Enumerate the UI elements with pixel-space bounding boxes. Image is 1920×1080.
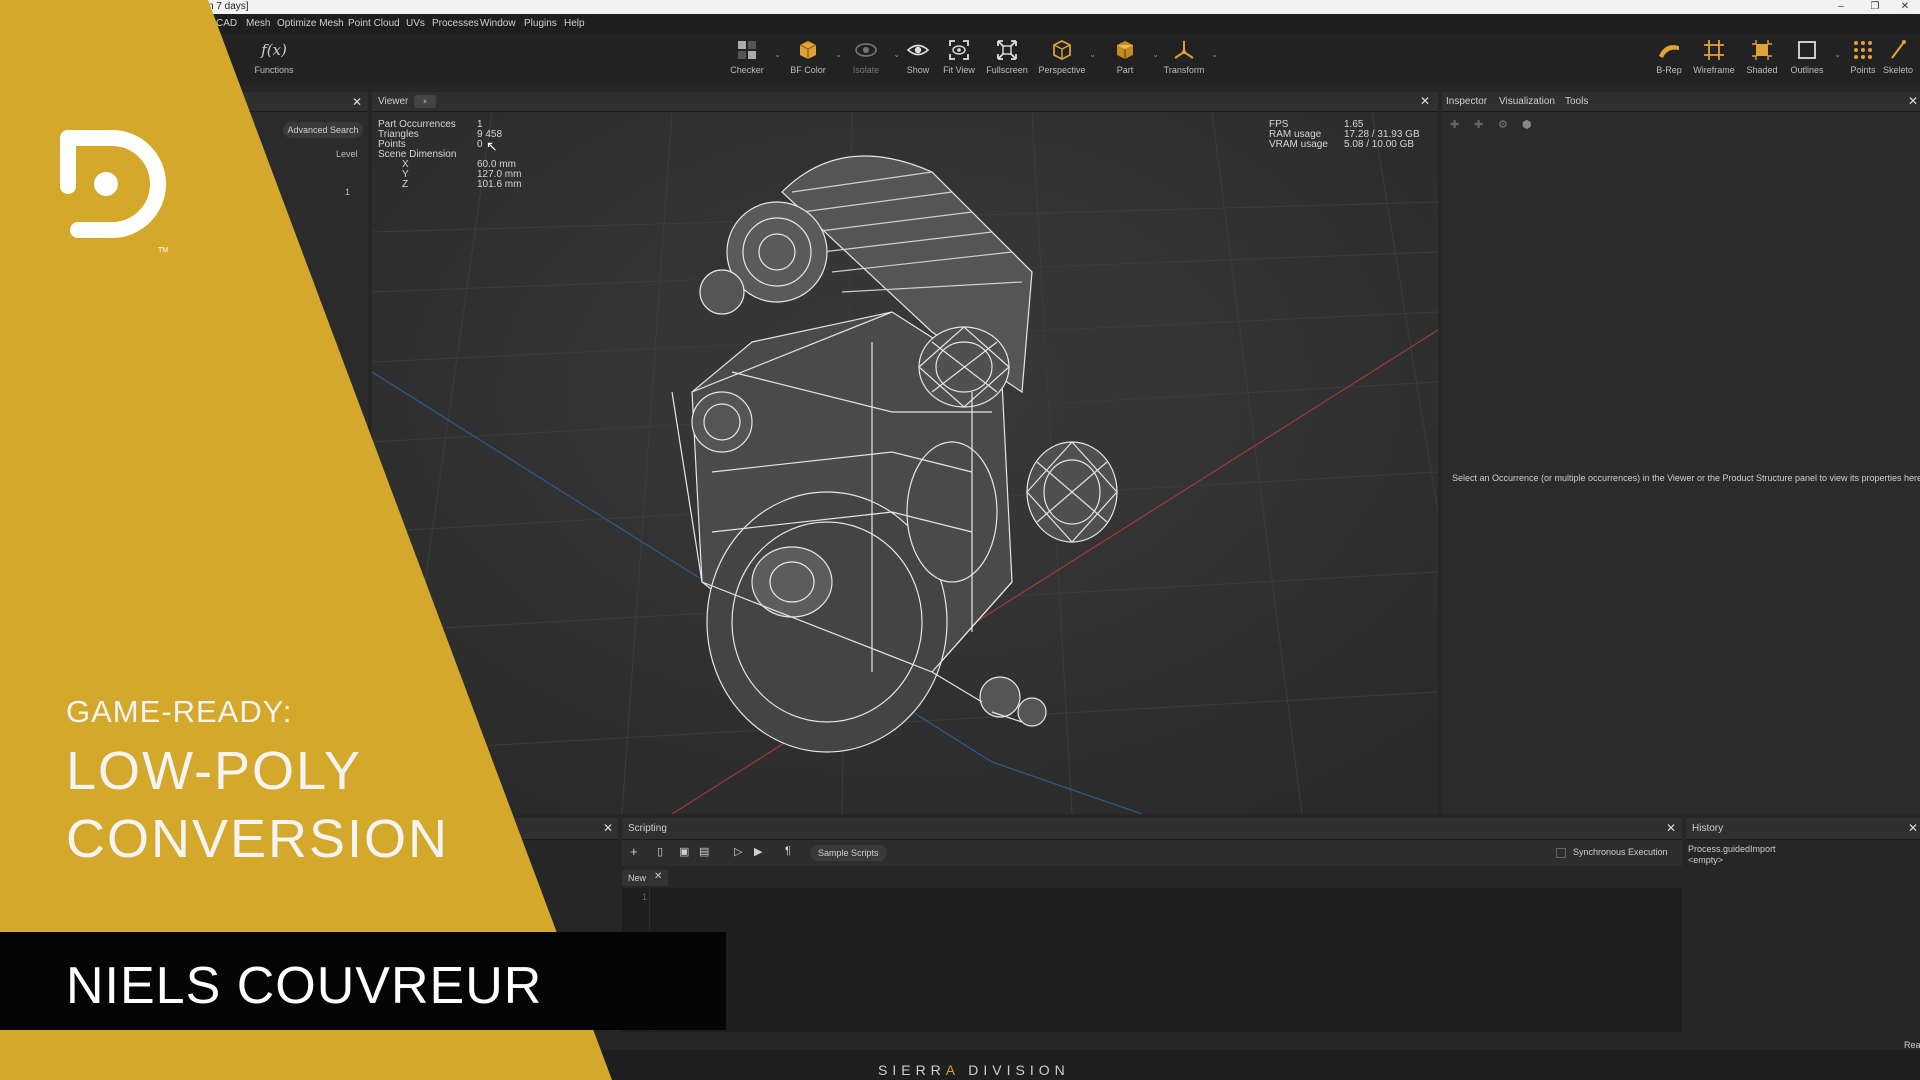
- history-panel: History ✕ Process.guidedImport <empty>: [1686, 818, 1920, 1032]
- bf-color-icon: [799, 41, 817, 59]
- isolate-label: Isolate: [852, 65, 880, 75]
- close-icon[interactable]: ✕: [1908, 821, 1918, 835]
- eye-icon: [906, 44, 930, 56]
- status-ready-text: Rea: [1904, 1040, 1920, 1050]
- inspector-panel: Inspector Visualization Tools ✕ ✚ ✚ ⚙ ⬢ …: [1442, 92, 1920, 814]
- open-script-icon[interactable]: ▯: [657, 845, 663, 858]
- fullscreen-icon: [997, 40, 1017, 60]
- restore-icon[interactable]: ❐: [1858, 0, 1892, 14]
- stat-vram-label: VRAM usage: [1269, 139, 1328, 150]
- part-cube-icon: [1117, 41, 1133, 59]
- outlines-button[interactable]: Outlines ⌄: [1779, 38, 1841, 75]
- brand-text-b: DIVISION: [959, 1062, 1070, 1078]
- script-editor[interactable]: 1: [622, 888, 1682, 1032]
- brand-text-a: SIERR: [878, 1062, 946, 1078]
- skeleton-label: Skeleto: [1882, 65, 1914, 75]
- brand-text-accent: A: [945, 1062, 960, 1078]
- outlines-icon: [1798, 41, 1816, 59]
- close-icon[interactable]: ✕: [1666, 821, 1676, 835]
- history-entry[interactable]: Process.guidedImport: [1688, 844, 1776, 854]
- part-label: Part: [1116, 65, 1134, 75]
- bf-color-label: BF Color: [790, 65, 826, 75]
- sierra-division-watermark: SIERRA DIVISION: [878, 1062, 1070, 1078]
- wireframe-icon: [1704, 40, 1724, 60]
- sierra-division-logo: TM: [60, 130, 168, 254]
- tab-visualization[interactable]: Visualization: [1499, 96, 1555, 107]
- settings-icon[interactable]: ⬢: [1522, 118, 1532, 131]
- presenter-name-bar: NIELS COUVREUR: [0, 932, 726, 1030]
- skeleton-button[interactable]: Skeleto: [1876, 38, 1920, 75]
- points-icon: [1854, 41, 1872, 59]
- close-icon[interactable]: ✕: [654, 871, 662, 882]
- close-icon[interactable]: ✕: [1420, 94, 1430, 108]
- perspective-label: Perspective: [1038, 65, 1086, 75]
- synchronous-execution-label: Synchronous Execution: [1573, 847, 1668, 857]
- brep-icon: [1659, 45, 1679, 58]
- checker-label: Checker: [730, 65, 764, 75]
- history-tabbar: History ✕: [1686, 818, 1920, 840]
- logo-tm-mark: TM: [158, 247, 168, 254]
- inspector-tabbar: Inspector Visualization Tools ✕: [1442, 92, 1920, 112]
- scripting-tabbar: Scripting ✕: [622, 818, 1682, 840]
- close-icon[interactable]: ✕: [1888, 0, 1920, 14]
- close-icon[interactable]: ✕: [1908, 94, 1918, 108]
- save-script-icon[interactable]: ▣: [679, 845, 689, 858]
- fullscreen-label: Fullscreen: [986, 65, 1028, 75]
- minimize-icon[interactable]: –: [1824, 0, 1858, 14]
- tab-inspector[interactable]: Inspector: [1446, 96, 1487, 107]
- checker-icon: [738, 41, 756, 59]
- add-icon[interactable]: ✚: [1450, 118, 1459, 131]
- video-title-line-2: CONVERSION: [66, 809, 450, 869]
- presenter-name: NIELS COUVREUR: [66, 957, 543, 1015]
- save-as-icon[interactable]: ▤: [699, 845, 709, 858]
- filter-icon[interactable]: ⚙: [1498, 118, 1508, 131]
- add-child-icon[interactable]: ✚: [1474, 118, 1483, 131]
- show-whitespace-icon[interactable]: ¶: [785, 845, 791, 857]
- history-entry[interactable]: <empty>: [1688, 855, 1723, 865]
- sample-scripts-button[interactable]: Sample Scripts: [810, 845, 887, 861]
- shaded-icon: [1752, 40, 1772, 60]
- transform-button[interactable]: Transform ⌄: [1156, 38, 1218, 75]
- scripting-panel: Scripting ✕ + ▯ ▣ ▤ ▷ ▶ ¶ Sample Scripts…: [622, 818, 1682, 1032]
- run-script-icon[interactable]: ▷: [734, 845, 742, 858]
- bf-color-button[interactable]: BF Color ⌄: [780, 38, 842, 75]
- tab-tools[interactable]: Tools: [1565, 96, 1588, 107]
- script-tab-new[interactable]: New ✕: [622, 870, 668, 886]
- script-tab-label: New: [628, 873, 647, 883]
- tab-scripting[interactable]: Scripting: [628, 823, 667, 834]
- checker-button[interactable]: Checker ⌄: [719, 38, 781, 75]
- part-button[interactable]: Part ⌄: [1097, 38, 1159, 75]
- tab-history[interactable]: History: [1692, 823, 1723, 834]
- fullscreen-button[interactable]: Fullscreen: [979, 38, 1035, 75]
- stat-vram-value: 5.08 / 10.00 GB: [1344, 139, 1415, 150]
- isolate-button[interactable]: Isolate ⌄: [838, 38, 900, 75]
- pixyz-studio-window: n 7 days] – ❐ ✕ CAD Mesh Optimize Mesh P…: [0, 0, 1920, 1080]
- new-script-icon[interactable]: +: [630, 844, 638, 859]
- perspective-icon: [1053, 39, 1071, 61]
- transform-dropdown-icon[interactable]: ⌄: [1211, 50, 1218, 59]
- skeleton-icon: [1891, 40, 1906, 59]
- transform-gizmo-icon: [1174, 41, 1194, 59]
- outlines-label: Outlines: [1790, 65, 1824, 75]
- video-subtitle: GAME-READY:: [66, 694, 293, 729]
- transform-label: Transform: [1163, 65, 1205, 75]
- isolate-icon: [855, 43, 877, 57]
- perspective-button[interactable]: Perspective ⌄: [1034, 38, 1096, 75]
- video-title-line-1: LOW-POLY: [66, 741, 363, 801]
- perspective-dropdown-icon[interactable]: ⌄: [1089, 50, 1096, 59]
- fit-view-icon: [949, 40, 969, 60]
- scripting-toolbar: + ▯ ▣ ▤ ▷ ▶ ¶ Sample Scripts Synchronous…: [622, 840, 1682, 866]
- run-selection-icon[interactable]: ▶: [754, 845, 762, 858]
- synchronous-execution-checkbox[interactable]: [1556, 848, 1566, 858]
- inspector-placeholder-text: Select an Occurrence (or multiple occurr…: [1452, 473, 1920, 483]
